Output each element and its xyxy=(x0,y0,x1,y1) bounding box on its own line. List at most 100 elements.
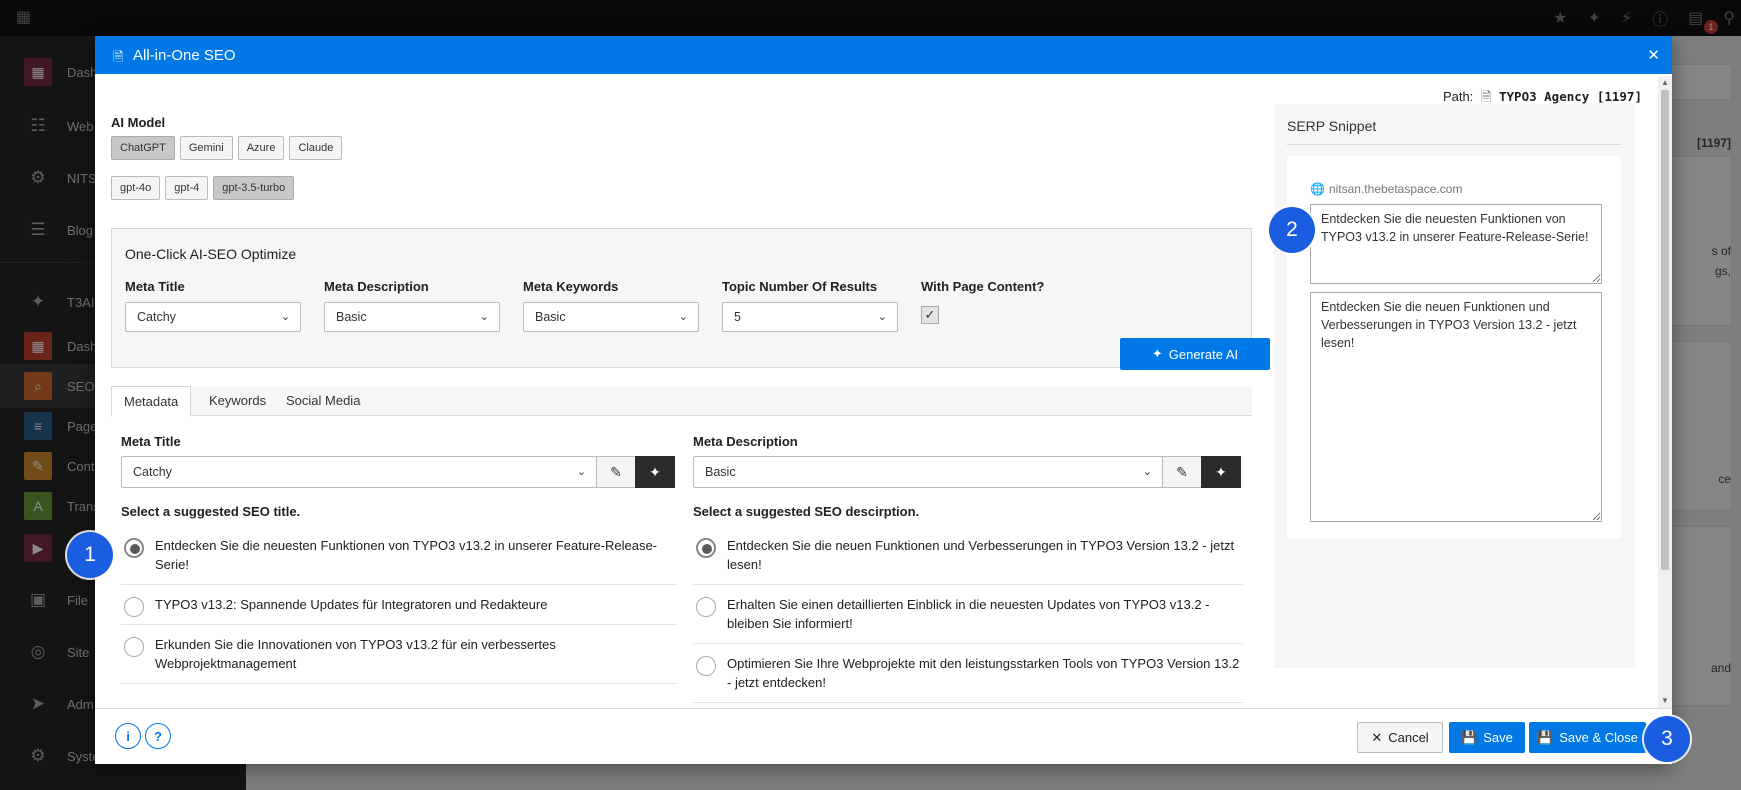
description-suggestion-option[interactable]: Optimieren Sie Ihre Webprojekte mit den … xyxy=(693,644,1243,703)
ai-title-button[interactable]: ✦ xyxy=(635,456,675,488)
ai-description-button[interactable]: ✦ xyxy=(1201,456,1241,488)
ai-model-button[interactable]: gpt-3.5-turbo xyxy=(213,176,295,200)
save-close-button[interactable]: 💾 Save & Close xyxy=(1529,722,1646,753)
serp-card: 🌐 nitsan.thebetaspace.com Entdecken Sie … xyxy=(1287,156,1621,538)
oc-field-label: Meta Keywords xyxy=(523,279,619,294)
suggest-title-heading: Select a suggested SEO title. xyxy=(121,504,301,519)
ai-model-button[interactable]: gpt-4o xyxy=(111,176,161,200)
chevron-down-icon: ⌄ xyxy=(479,311,489,323)
tab-keywords[interactable]: Keywords xyxy=(197,386,278,416)
save-close-label: Save & Close xyxy=(1559,730,1638,745)
ai-provider-button[interactable]: Azure xyxy=(237,136,285,160)
radio-button[interactable] xyxy=(696,538,716,558)
pencil-icon: ✎ xyxy=(610,463,622,480)
option-text: Erhalten Sie einen detaillierten Einblic… xyxy=(727,597,1210,631)
ai-provider-button[interactable]: Gemini xyxy=(179,136,233,160)
oc-field-label: Meta Description xyxy=(324,279,429,294)
title-suggestion-option[interactable]: Erkunden Sie die Innovationen von TYPO3 … xyxy=(121,625,677,684)
oc-field-label: Topic Number Of Results xyxy=(722,279,878,294)
radio-button[interactable] xyxy=(124,637,144,657)
chevron-down-icon: ⌄ xyxy=(877,311,887,323)
radio-button[interactable] xyxy=(696,597,716,617)
radio-button[interactable] xyxy=(124,597,144,617)
globe-icon: 🌐 xyxy=(1310,182,1325,196)
description-suggestion-option[interactable]: Entdecken Sie die neuen Funktionen und V… xyxy=(693,526,1243,585)
annotation-marker-3: 3 xyxy=(1644,716,1690,762)
oc-topic-number-select[interactable]: 5 ⌄ xyxy=(722,302,898,332)
with-page-content-checkbox[interactable]: ✓ xyxy=(921,306,939,324)
model-buttons: gpt-4o gpt-4 gpt-3.5-turbo xyxy=(111,176,295,200)
oc-meta-title-select[interactable]: Catchy ⌄ xyxy=(125,302,301,332)
edit-description-button[interactable]: ✎ xyxy=(1162,456,1202,488)
serp-domain: 🌐 nitsan.thebetaspace.com xyxy=(1310,182,1462,196)
info-button[interactable]: i xyxy=(115,723,141,749)
oc-topic-number: Topic Number Of Results 5 ⌄ xyxy=(722,279,898,332)
cancel-button[interactable]: ✕ Cancel xyxy=(1357,722,1443,753)
generate-ai-label: Generate AI xyxy=(1168,346,1239,362)
serp-title-textarea[interactable]: Entdecken Sie die neuesten Funktionen vo… xyxy=(1310,204,1602,284)
oc-meta-keywords-select[interactable]: Basic ⌄ xyxy=(523,302,699,332)
oc-meta-description-select[interactable]: Basic ⌄ xyxy=(324,302,500,332)
scroll-up-icon[interactable]: ▲ xyxy=(1660,78,1670,88)
title-suggestions: Entdecken Sie die neuesten Funktionen vo… xyxy=(121,526,677,684)
modal-footer: i ? ✕ Cancel 💾 Save 💾 Save & Close xyxy=(95,708,1672,764)
option-text: Optimieren Sie Ihre Webprojekte mit den … xyxy=(727,656,1240,690)
meta-description-select[interactable]: Basic ⌄ xyxy=(693,456,1163,488)
modal-header: 🗎 All-in-One SEO xyxy=(95,36,1672,74)
tab-social-media[interactable]: Social Media xyxy=(274,386,372,416)
close-icon[interactable]: ✕ xyxy=(1647,46,1660,64)
one-click-title: One-Click AI-SEO Optimize xyxy=(125,246,297,262)
suggest-description-heading: Select a suggested SEO descirption. xyxy=(693,504,920,519)
scroll-down-icon[interactable]: ▼ xyxy=(1660,696,1670,706)
save-label: Save xyxy=(1483,730,1513,745)
radio-button[interactable] xyxy=(124,538,144,558)
checkmark-icon: ✓ xyxy=(924,307,936,322)
chevron-down-icon: ⌄ xyxy=(1142,466,1152,478)
tab-metadata[interactable]: Metadata xyxy=(111,386,192,417)
serp-description-textarea[interactable]: Entdecken Sie die neuen Funktionen und V… xyxy=(1310,292,1602,522)
radio-button[interactable] xyxy=(696,656,716,676)
edit-title-button[interactable]: ✎ xyxy=(596,456,636,488)
path-value: TYPO3 Agency [1197] xyxy=(1499,89,1642,104)
serp-snippet-panel: SERP Snippet 🌐 nitsan.thebetaspace.com E… xyxy=(1274,104,1635,668)
document-icon: 🗎 xyxy=(113,48,124,64)
ai-model-label: AI Model xyxy=(111,115,166,130)
meta-title-select[interactable]: Catchy ⌄ xyxy=(121,456,597,488)
oc-meta-description: Meta Description Basic ⌄ xyxy=(324,279,500,332)
metadata-tabs: Metadata Keywords Social Media xyxy=(111,386,1252,417)
scrollbar-thumb[interactable] xyxy=(1661,90,1669,570)
serp-domain-text: nitsan.thebetaspace.com xyxy=(1328,182,1463,196)
save-button[interactable]: 💾 Save xyxy=(1449,722,1525,753)
generate-ai-button[interactable]: ✦ Generate AI xyxy=(1120,338,1270,370)
annotation-marker-1: 1 xyxy=(67,532,113,578)
option-text: Entdecken Sie die neuesten Funktionen vo… xyxy=(155,538,658,572)
description-suggestion-option[interactable]: Erhalten Sie einen detaillierten Einblic… xyxy=(693,585,1243,644)
sparkle-icon: ✦ xyxy=(1151,346,1163,361)
description-suggestions: Entdecken Sie die neuen Funktionen und V… xyxy=(693,526,1243,703)
ai-provider-button[interactable]: ChatGPT xyxy=(111,136,175,160)
modal-title: All-in-One SEO xyxy=(133,46,236,64)
save-icon: 💾 xyxy=(1537,729,1554,745)
title-suggestion-option[interactable]: Entdecken Sie die neuesten Funktionen vo… xyxy=(121,526,677,585)
chevron-down-icon: ⌄ xyxy=(678,311,688,323)
one-click-panel: One-Click AI-SEO Optimize Meta Title Cat… xyxy=(111,228,1252,368)
provider-buttons: ChatGPT Gemini Azure Claude xyxy=(111,136,343,160)
meta-description-label: Meta Description xyxy=(693,434,798,449)
cancel-label: Cancel xyxy=(1388,730,1429,745)
ai-provider-button[interactable]: Claude xyxy=(289,136,343,160)
ai-model-button[interactable]: gpt-4 xyxy=(165,176,209,200)
chevron-down-icon: ⌄ xyxy=(280,311,290,323)
oc-meta-title: Meta Title Catchy ⌄ xyxy=(125,279,301,332)
oc-field-label: Meta Title xyxy=(125,279,185,294)
title-suggestion-option[interactable]: TYPO3 v13.2: Spannende Updates für Integ… xyxy=(121,585,677,625)
close-icon: ✕ xyxy=(1371,729,1383,745)
sparkle-icon: ✦ xyxy=(649,463,661,480)
modal-scrollbar[interactable]: ▲ ▼ xyxy=(1658,76,1672,708)
meta-title-label: Meta Title xyxy=(121,434,181,449)
path-label: Path: xyxy=(1442,89,1474,104)
help-button[interactable]: ? xyxy=(145,723,171,749)
oc-with-page-content: With Page Content? ✓ xyxy=(921,279,1044,324)
oc-field-label: With Page Content? xyxy=(921,279,1045,294)
serp-title: SERP Snippet xyxy=(1287,118,1377,134)
save-icon: 💾 xyxy=(1461,729,1478,745)
